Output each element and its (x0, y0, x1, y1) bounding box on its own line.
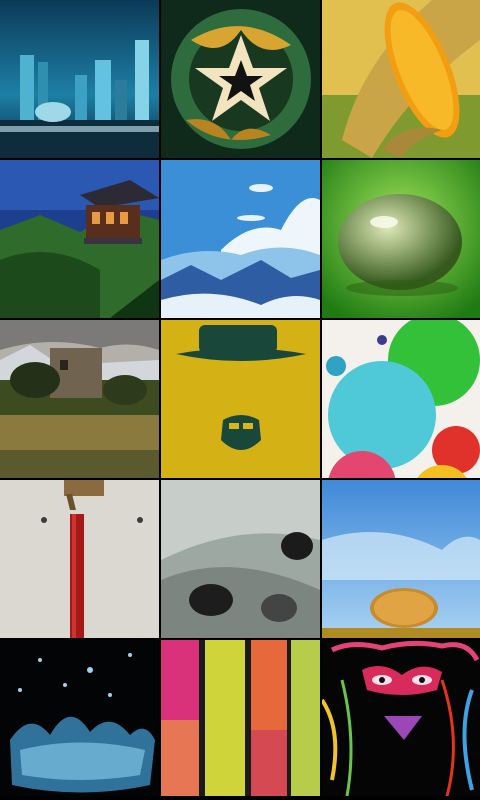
firecracker-wall-wallpaper (0, 480, 159, 638)
carnival-mask-face-wallpaper (322, 640, 480, 796)
wallpaper-tile-circles[interactable] (322, 320, 480, 478)
wallpaper-tile-hat-beard[interactable] (161, 320, 320, 478)
water-splash-wallpaper (0, 640, 159, 796)
painted-wood-planks-wallpaper (161, 640, 320, 796)
hay-bale-field-wallpaper (322, 480, 480, 638)
abstract-star-wallpaper (161, 0, 320, 158)
wallpaper-tile-city[interactable] (0, 0, 159, 158)
hat-beard-silhouette-wallpaper (161, 320, 320, 478)
wallpaper-tile-star[interactable] (161, 0, 320, 158)
wallpaper-tile-sky[interactable] (161, 160, 320, 318)
corn-cob-wallpaper (322, 0, 480, 158)
frost-texture-wallpaper (161, 480, 320, 638)
wallpaper-tile-droplet[interactable] (322, 160, 480, 318)
wallpaper-grid (0, 0, 480, 800)
wallpaper-tile-corn[interactable] (322, 0, 480, 158)
wallpaper-tile-pagoda[interactable] (0, 160, 159, 318)
stone-house-landscape-wallpaper (0, 320, 159, 478)
wallpaper-tile-planks[interactable] (161, 640, 320, 796)
wallpaper-tile-frost[interactable] (161, 480, 320, 638)
wallpaper-tile-hay[interactable] (322, 480, 480, 638)
wallpaper-tile-firecracker[interactable] (0, 480, 159, 638)
earth-water-drop-wallpaper (322, 160, 480, 318)
sky-clouds-wallpaper (161, 160, 320, 318)
wallpaper-tile-mask[interactable] (322, 640, 480, 796)
wallpaper-tile-house[interactable] (0, 320, 159, 478)
futuristic-city-wallpaper (0, 0, 159, 158)
wallpaper-tile-splash[interactable] (0, 640, 159, 796)
colorful-circles-wallpaper (322, 320, 480, 478)
pagoda-mountain-wallpaper (0, 160, 159, 318)
